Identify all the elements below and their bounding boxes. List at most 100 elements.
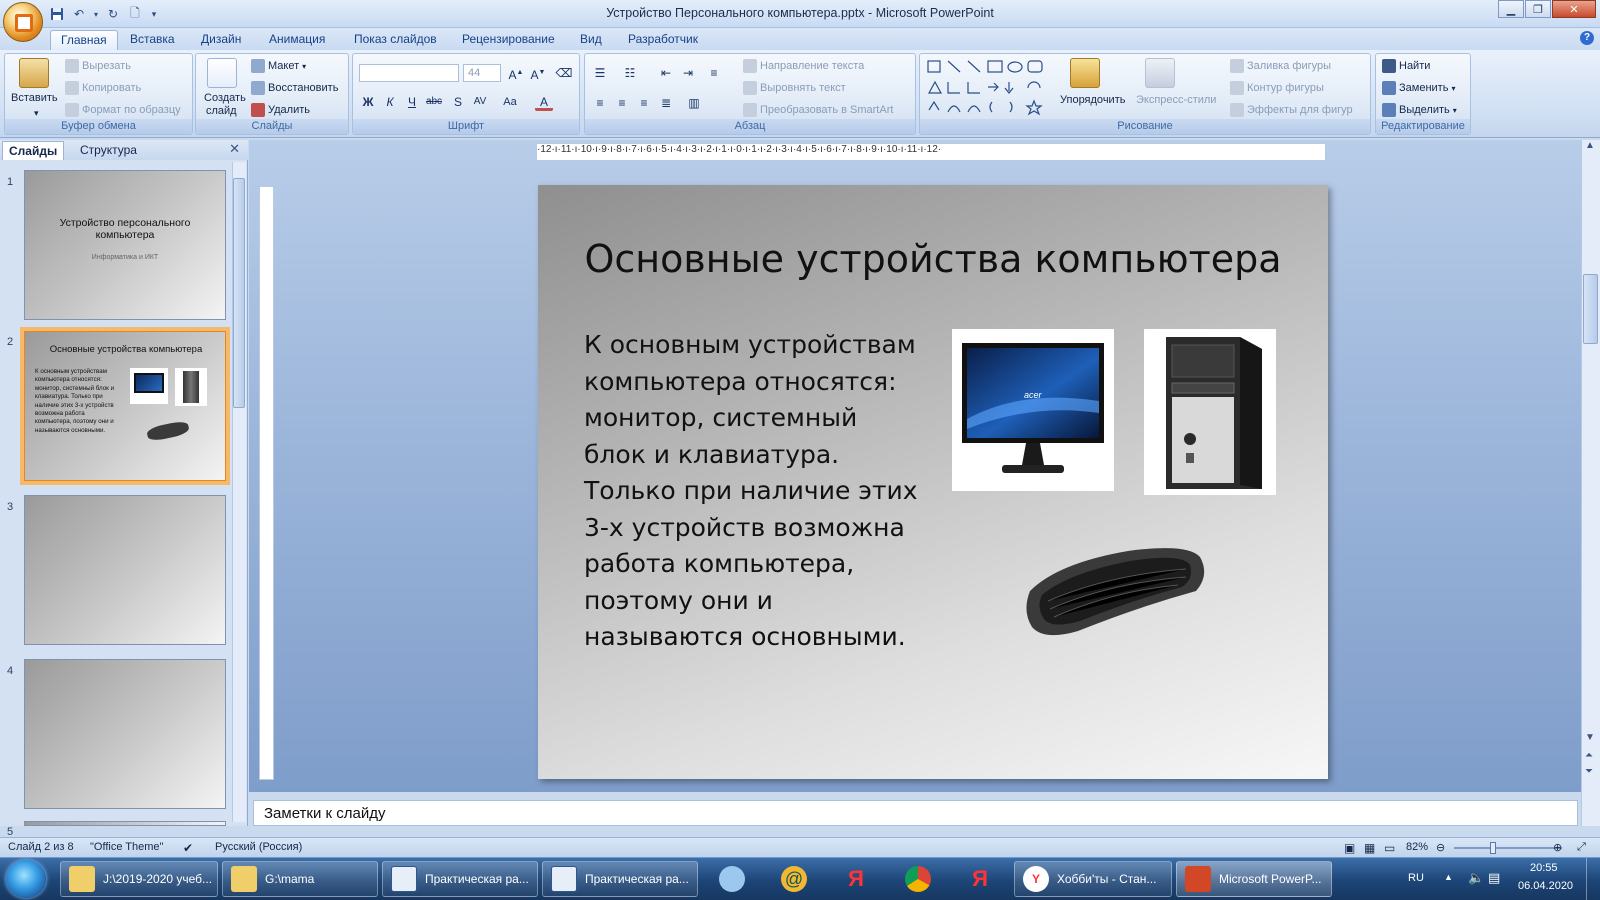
text-direction-button[interactable]: Направление текста: [743, 59, 864, 73]
shape-outline-button[interactable]: Контур фигуры: [1230, 81, 1324, 95]
task-word-2[interactable]: Практическая ра...: [542, 861, 698, 897]
reset-button[interactable]: Восстановить: [251, 81, 338, 95]
char-spacing-icon[interactable]: AV: [471, 93, 489, 111]
volume-icon[interactable]: 🔈: [1468, 870, 1484, 886]
decrease-indent-icon[interactable]: ⇤: [657, 64, 675, 82]
normal-view-icon[interactable]: ▣: [1344, 841, 1355, 855]
task-yandex-browser[interactable]: Y Хобби'ты - Стан...: [1014, 861, 1172, 897]
task-word-1[interactable]: Практическая ра...: [382, 861, 538, 897]
system-unit-image[interactable]: [1144, 329, 1276, 495]
speaker-app-icon[interactable]: [706, 861, 758, 897]
tab-review[interactable]: Рецензирование: [452, 30, 565, 50]
yandex-icon[interactable]: Я: [830, 861, 882, 897]
cut-button[interactable]: Вырезать: [65, 59, 131, 73]
redo-icon[interactable]: ↻: [104, 5, 122, 23]
numbering-icon[interactable]: ☷: [621, 64, 639, 82]
strikethrough-icon[interactable]: abc: [425, 93, 443, 111]
slide-thumbnail-2[interactable]: Основные устройства компьютера К основны…: [24, 331, 226, 481]
vertical-ruler[interactable]: [259, 186, 274, 780]
replace-button[interactable]: Заменить ▾: [1382, 81, 1455, 95]
slide-title[interactable]: Основные устройства компьютера: [538, 237, 1328, 281]
monitor-image[interactable]: acer: [952, 329, 1114, 491]
new-slide-label-1[interactable]: Создать: [204, 92, 246, 104]
align-text-button[interactable]: Выровнять текст: [743, 81, 846, 95]
justify-icon[interactable]: ≣: [657, 94, 675, 112]
tab-slideshow[interactable]: Показ слайдов: [344, 30, 447, 50]
language-indicator[interactable]: Русский (Россия): [215, 841, 302, 853]
line-spacing-icon[interactable]: ≡: [705, 64, 723, 82]
tab-home[interactable]: Главная: [50, 30, 118, 50]
notes-pane[interactable]: Заметки к слайду: [253, 800, 1578, 826]
align-left-icon[interactable]: ≡: [591, 94, 609, 112]
tab-view[interactable]: Вид: [570, 30, 612, 50]
underline-icon[interactable]: Ч: [403, 93, 421, 111]
paste-dropdown-icon[interactable]: ▾: [34, 108, 39, 119]
editor-vertical-scrollbar[interactable]: ▲ ▼ ⏶ ⏷: [1581, 140, 1600, 826]
shape-fill-button[interactable]: Заливка фигуры: [1230, 59, 1331, 73]
tab-animation[interactable]: Анимация: [259, 30, 335, 50]
chrome-icon[interactable]: [892, 861, 944, 897]
mail-agent-icon[interactable]: @: [768, 861, 820, 897]
undo-dropdown-icon[interactable]: ▾: [92, 5, 100, 23]
show-desktop-button[interactable]: [1586, 858, 1600, 900]
slide-thumbnail-3[interactable]: [24, 495, 226, 645]
customize-qat-icon[interactable]: ▾: [148, 5, 160, 23]
clear-formatting-icon[interactable]: ⌫: [555, 64, 573, 82]
smartart-button[interactable]: Преобразовать в SmartArt: [743, 103, 893, 117]
scroll-up-icon[interactable]: ▲: [1585, 140, 1595, 151]
keyboard-image[interactable]: [1018, 535, 1218, 645]
slideshow-icon[interactable]: ▭: [1384, 841, 1395, 855]
close-button[interactable]: ✕: [1552, 0, 1596, 18]
quick-styles-button[interactable]: Экспресс-стили: [1136, 94, 1216, 106]
bullets-icon[interactable]: ☰: [591, 64, 609, 82]
align-right-icon[interactable]: ≡: [635, 94, 653, 112]
slide-thumbnail-4[interactable]: [24, 659, 226, 809]
horizontal-ruler[interactable]: ·12·ı·11·ı·10·ı·9·ı·8·ı·7·ı·6·ı·5·ı·4·ı·…: [536, 143, 1326, 161]
yandex-browser-icon[interactable]: Я: [954, 861, 1006, 897]
tab-slides[interactable]: Слайды: [2, 141, 65, 160]
shrink-font-icon[interactable]: A▼: [529, 64, 547, 82]
input-language[interactable]: RU: [1408, 872, 1424, 884]
current-slide[interactable]: Основные устройства компьютера К основны…: [538, 185, 1328, 779]
zoom-in-icon[interactable]: ⊕: [1553, 841, 1562, 854]
paste-button[interactable]: Вставить: [11, 92, 58, 104]
change-case-icon[interactable]: Aa: [501, 93, 519, 111]
undo-icon[interactable]: ↶: [70, 5, 88, 23]
clock-date[interactable]: 06.04.2020: [1518, 880, 1573, 892]
tray-expand-icon[interactable]: ▲: [1444, 872, 1453, 882]
task-folder-1[interactable]: J:\2019-2020 учеб...: [60, 861, 218, 897]
clock-time[interactable]: 20:55: [1530, 862, 1558, 874]
increase-indent-icon[interactable]: ⇥: [679, 64, 697, 82]
find-button[interactable]: Найти: [1382, 59, 1430, 73]
quick-styles-icon[interactable]: [1145, 58, 1175, 88]
close-pane-icon[interactable]: ✕: [229, 141, 240, 157]
tab-outline[interactable]: Структура: [74, 141, 143, 160]
tab-insert[interactable]: Вставка: [120, 30, 185, 50]
columns-icon[interactable]: ▥: [685, 94, 703, 112]
start-button[interactable]: [6, 860, 46, 898]
shapes-gallery[interactable]: [926, 58, 1056, 116]
previous-slide-icon[interactable]: ⏶: [1585, 750, 1593, 761]
fit-to-window-icon[interactable]: ⤢: [1577, 841, 1586, 854]
new-slide-label-2[interactable]: слайд: [206, 105, 237, 117]
copy-button[interactable]: Копировать: [65, 81, 141, 95]
slide-sorter-icon[interactable]: ▦: [1364, 841, 1375, 855]
task-folder-2[interactable]: G:\mama: [222, 861, 378, 897]
tab-developer[interactable]: Разработчик: [618, 30, 708, 50]
align-center-icon[interactable]: ≡: [613, 94, 631, 112]
italic-icon[interactable]: К: [381, 93, 399, 111]
paste-icon[interactable]: [19, 58, 49, 88]
zoom-level[interactable]: 82%: [1406, 841, 1428, 853]
print-preview-icon[interactable]: 🗋: [126, 5, 144, 23]
arrange-icon[interactable]: [1070, 58, 1100, 88]
delete-slide-button[interactable]: Удалить: [251, 103, 310, 117]
arrange-button[interactable]: Упорядочить: [1060, 94, 1125, 106]
format-painter-button[interactable]: Формат по образцу: [65, 103, 181, 117]
font-size-combobox[interactable]: 44: [463, 64, 501, 82]
zoom-slider-handle[interactable]: [1490, 842, 1496, 854]
slide-body-text[interactable]: К основным устройствам компьютера относя…: [584, 327, 924, 656]
help-icon[interactable]: ?: [1580, 31, 1594, 45]
slide-thumbnail-1[interactable]: Устройство персонального компьютера Инфо…: [24, 170, 226, 320]
maximize-button[interactable]: ❐: [1525, 0, 1551, 18]
font-name-combobox[interactable]: [359, 64, 459, 82]
